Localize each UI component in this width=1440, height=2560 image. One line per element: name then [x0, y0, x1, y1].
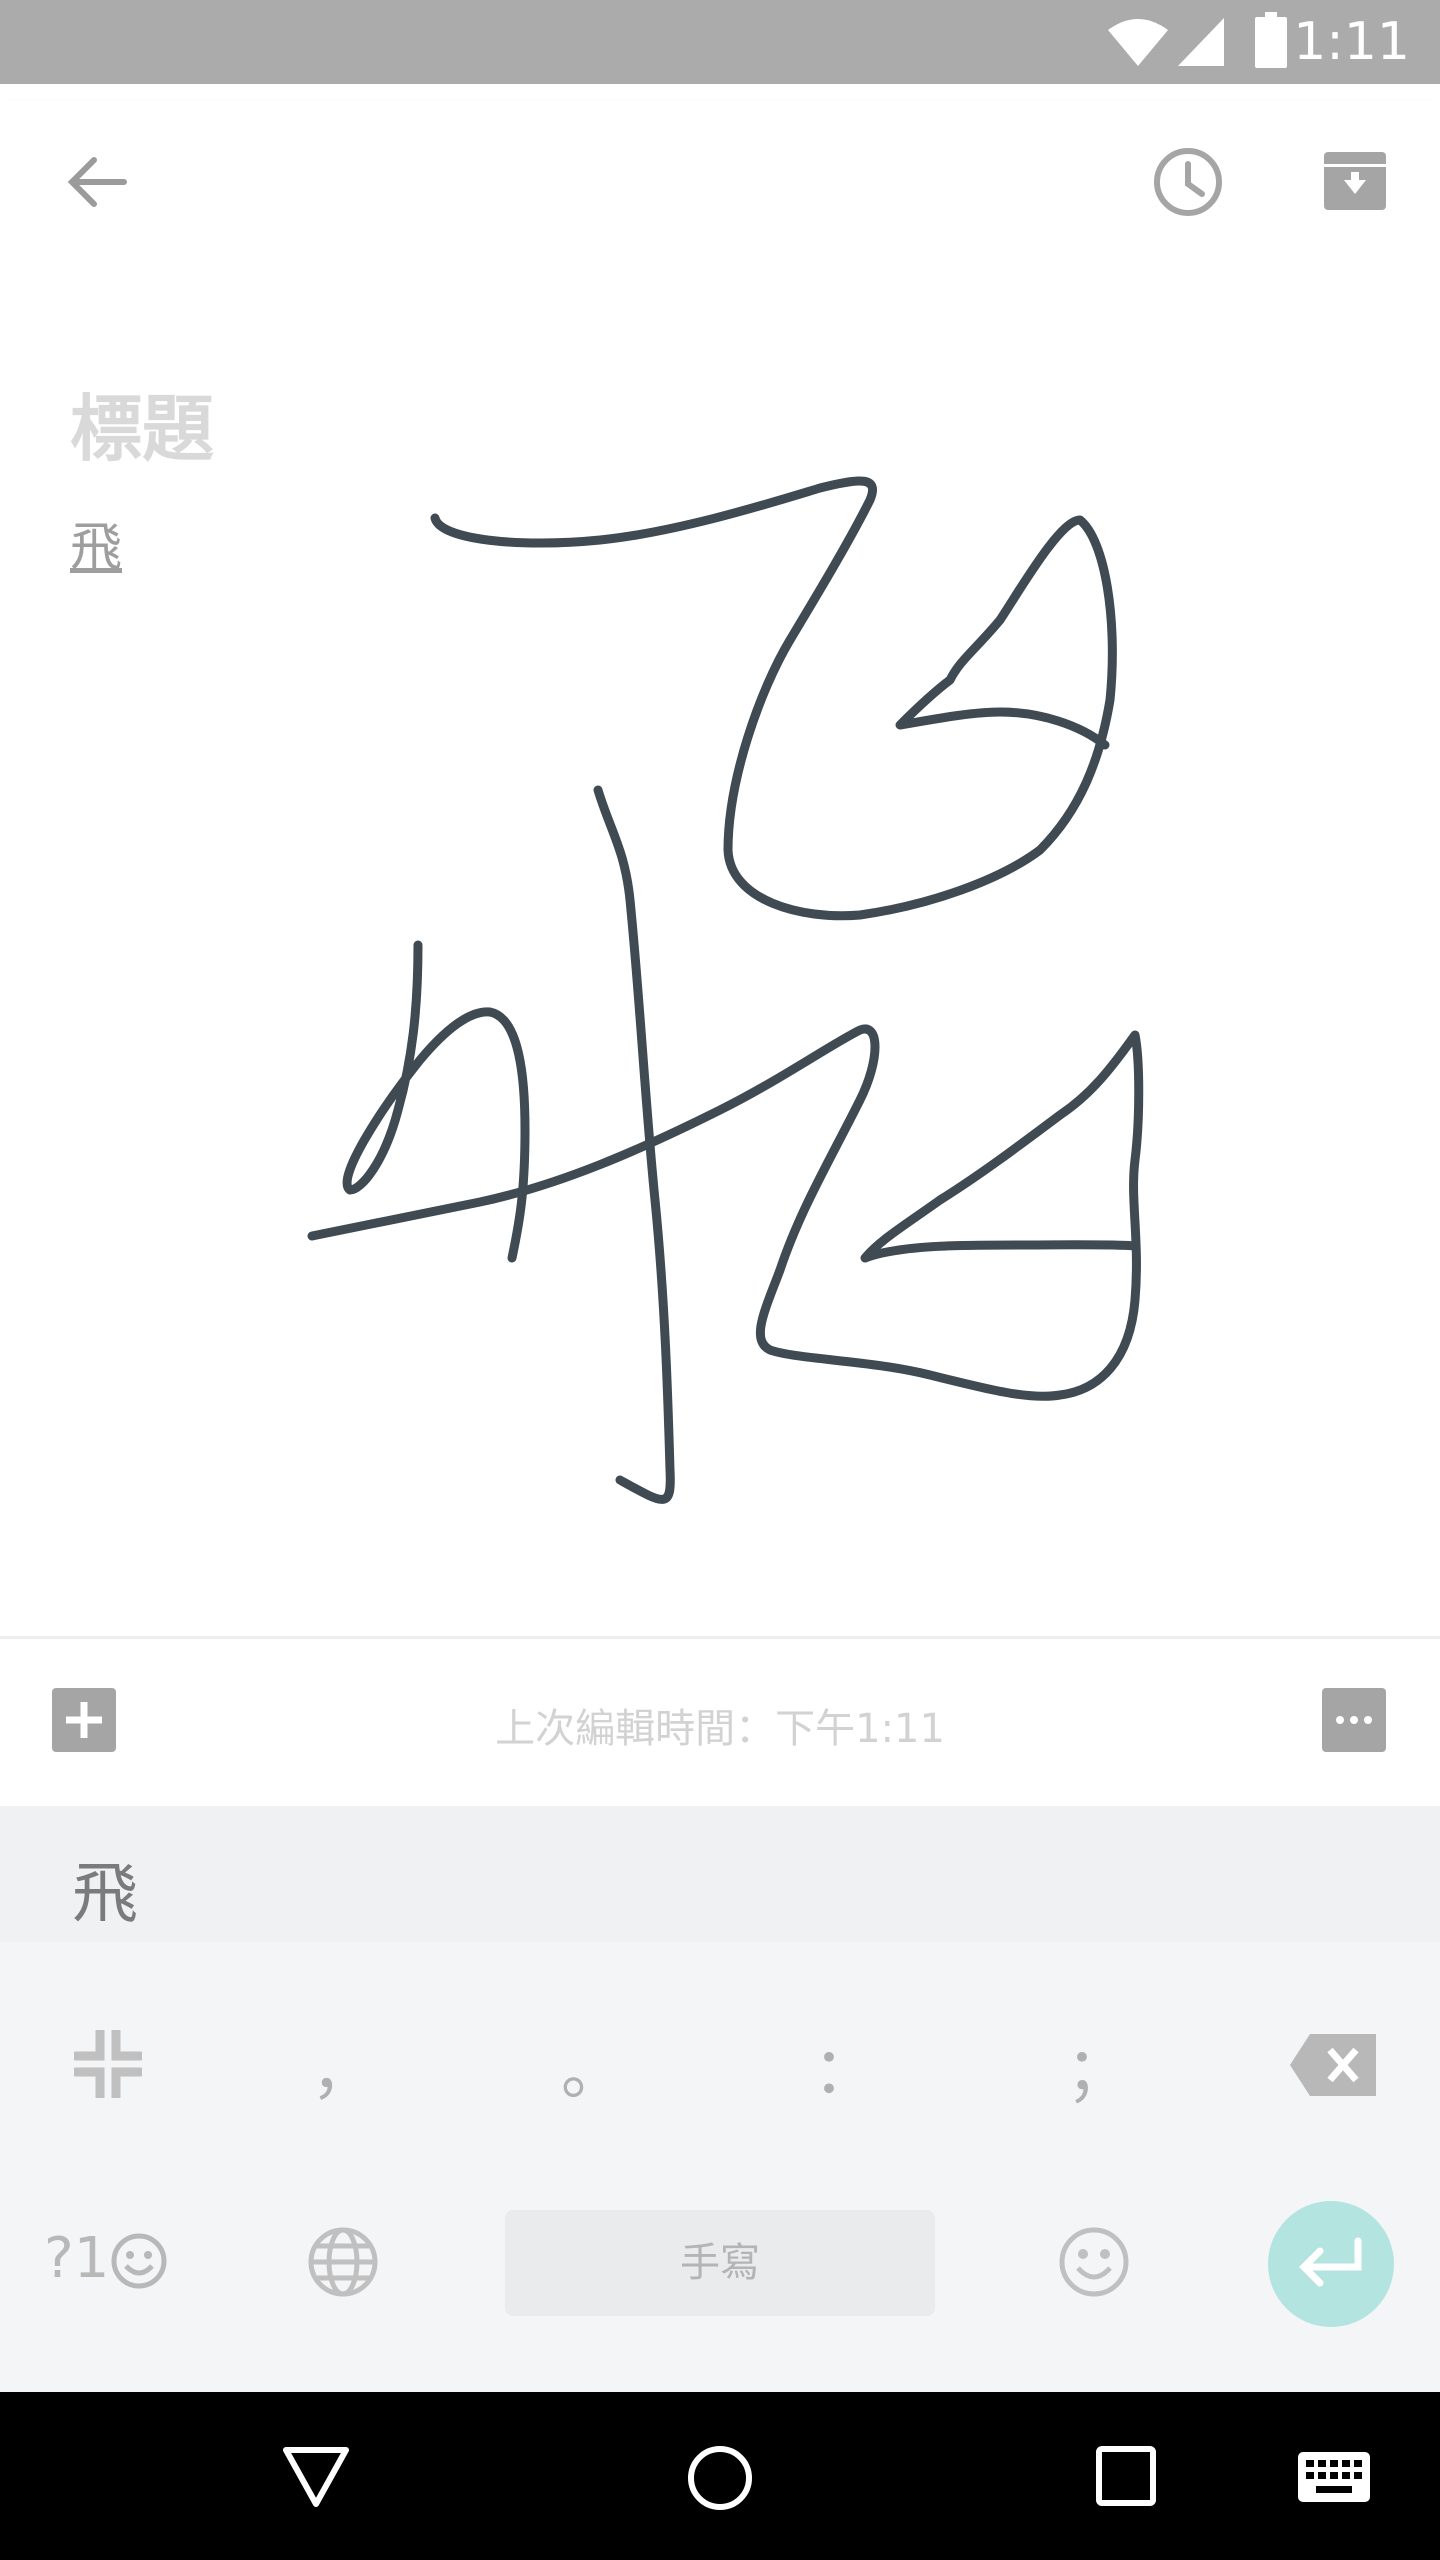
candidate-bar: [0, 1806, 1440, 1942]
candidate-suggestion[interactable]: 飛: [72, 1840, 138, 1936]
navigation-bar: [0, 2392, 1440, 2560]
key-semicolon[interactable]: ；: [1038, 2020, 1158, 2112]
keyboard-switch-icon[interactable]: [1298, 2452, 1370, 2502]
keyboard: [0, 1942, 1440, 2392]
stroke-2: [593, 785, 675, 1504]
stroke-4: [307, 1024, 1144, 1401]
recents-nav-icon[interactable]: [1096, 2446, 1156, 2506]
last-edited-text: 上次編輯時間：下午1:11: [495, 1706, 945, 1752]
home-nav-icon[interactable]: [686, 2444, 754, 2512]
more-options-icon[interactable]: [1322, 1688, 1386, 1752]
stroke-1: [430, 476, 1117, 921]
key-period[interactable]: 。: [533, 2020, 653, 2112]
key-colon[interactable]: ：: [785, 2020, 905, 2112]
back-nav-icon[interactable]: [282, 2446, 350, 2508]
enter-arrow-icon: [1299, 2237, 1362, 2287]
enter-key[interactable]: [1268, 2201, 1394, 2327]
collapse-keyboard-icon[interactable]: [74, 2030, 142, 2098]
emoji-small-icon[interactable]: [110, 2232, 168, 2290]
globe-language-icon[interactable]: [307, 2226, 379, 2298]
key-comma[interactable]: ，: [283, 2020, 403, 2112]
emoji-icon[interactable]: [1058, 2226, 1130, 2298]
symbols-key[interactable]: ?1: [44, 2226, 109, 2291]
backspace-icon[interactable]: [1290, 2034, 1376, 2096]
handwriting-space-key[interactable]: 手寫: [505, 2210, 935, 2316]
